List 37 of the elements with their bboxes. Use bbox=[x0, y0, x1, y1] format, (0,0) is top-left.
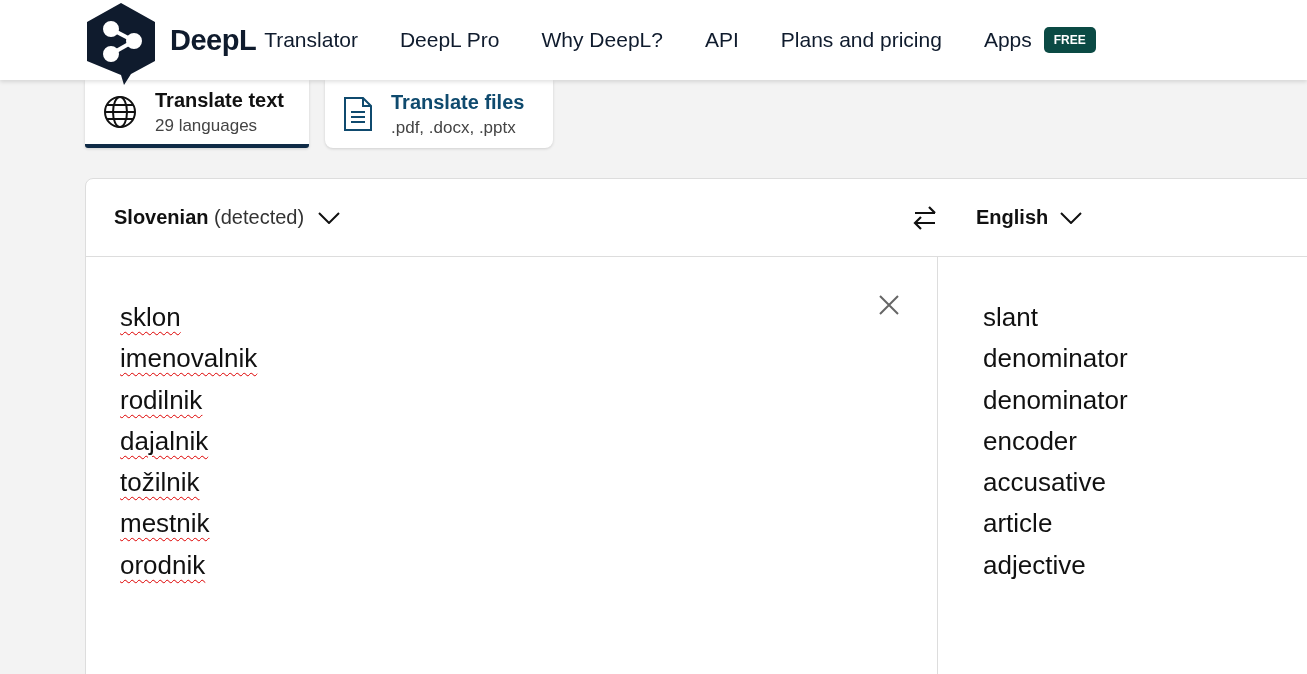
mode-title: Translate text bbox=[155, 88, 284, 112]
free-badge: FREE bbox=[1043, 27, 1096, 53]
brand-name[interactable]: DeepL bbox=[170, 23, 257, 57]
document-icon bbox=[343, 96, 373, 132]
source-text-line: dajalnik bbox=[120, 424, 209, 458]
nav-link[interactable]: Why DeepL? bbox=[541, 28, 663, 52]
logo-icon[interactable] bbox=[84, 1, 158, 85]
mode-subtitle: 29 languages bbox=[155, 115, 259, 136]
translated-text-line: denominator bbox=[983, 383, 1128, 417]
mode-tab[interactable]: Translate text 29 languages bbox=[85, 80, 309, 148]
nav-link[interactable]: API bbox=[704, 28, 739, 52]
translated-text-line: encoder bbox=[983, 424, 1077, 458]
mode-tab[interactable]: Translate files .pdf, .docx, .pptx bbox=[325, 80, 553, 148]
translated-text-line: slant bbox=[983, 301, 1038, 334]
source-text-line: orodnik bbox=[120, 548, 206, 582]
swap-icon[interactable] bbox=[912, 205, 938, 230]
nav-link[interactable]: DeepL Pro bbox=[399, 28, 500, 52]
target-language-select[interactable]: English bbox=[976, 206, 1049, 229]
close-icon[interactable] bbox=[879, 295, 899, 315]
translated-text-line: article bbox=[983, 507, 1053, 541]
mode-title: Translate files bbox=[391, 90, 525, 114]
chevron-down-icon[interactable] bbox=[318, 211, 341, 224]
nav-link[interactable]: Apps bbox=[983, 28, 1032, 52]
mode-subtitle: .pdf, .docx, .pptx bbox=[391, 117, 517, 138]
globe-icon bbox=[103, 95, 137, 129]
source-text-line: mestnik bbox=[120, 507, 210, 541]
chevron-down-icon[interactable] bbox=[1060, 211, 1083, 224]
nav-link[interactable]: Translator bbox=[264, 28, 358, 52]
translated-text-line: denominator bbox=[983, 342, 1128, 376]
source-language-select[interactable]: Slovenian (detected) bbox=[114, 206, 305, 229]
nav-link[interactable]: Plans and pricing bbox=[780, 28, 942, 52]
source-text-line: rodilnik bbox=[120, 383, 203, 417]
source-text-line: sklon bbox=[120, 301, 181, 334]
translated-text-line: accusative bbox=[983, 466, 1106, 500]
source-text-line: imenovalnik bbox=[120, 342, 258, 376]
translated-text-line: adjective bbox=[983, 548, 1086, 582]
source-text-line: tožilnik bbox=[120, 466, 200, 500]
